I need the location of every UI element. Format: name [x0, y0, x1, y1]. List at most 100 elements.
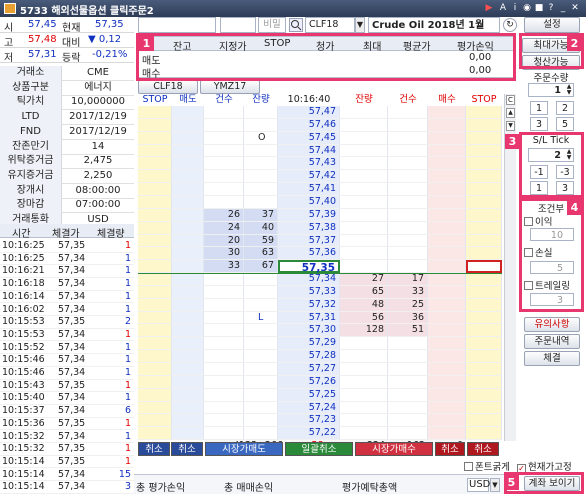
stop-sell-cell[interactable]: [138, 363, 172, 376]
sl-plus3-button[interactable]: 3: [556, 181, 574, 195]
scroll-up-icon[interactable]: ▲: [506, 108, 515, 118]
buy-cell[interactable]: [428, 170, 466, 184]
fix-current-option[interactable]: ✓ 현재가고정: [517, 459, 572, 473]
sell-cell[interactable]: [172, 208, 204, 222]
loss-input[interactable]: 5: [530, 261, 574, 274]
fix-current-checkbox[interactable]: ✓: [517, 464, 526, 473]
buy-cell[interactable]: [428, 363, 466, 376]
stop-sell-cell[interactable]: [138, 273, 172, 286]
buy-cell[interactable]: [428, 311, 466, 325]
buy-cell[interactable]: [428, 401, 466, 415]
stop-buy-cell[interactable]: [466, 324, 502, 338]
sl-minus3-button[interactable]: -3: [556, 165, 574, 179]
sl-spin-icon[interactable]: ▲ ▼: [565, 149, 573, 161]
stop-buy-cell[interactable]: [466, 195, 502, 209]
buy-cell[interactable]: [428, 427, 466, 441]
buy-cell[interactable]: [428, 375, 466, 389]
cancel-stop-sell-button[interactable]: 취소: [138, 442, 170, 456]
sell-cell[interactable]: [172, 195, 204, 209]
buy-cell[interactable]: [428, 144, 466, 158]
alert-icon[interactable]: ▶: [484, 3, 494, 13]
stop-buy-cell[interactable]: [466, 427, 502, 441]
stop-buy-cell[interactable]: [466, 118, 502, 132]
stop-sell-cell[interactable]: [138, 144, 172, 158]
stop-sell-cell[interactable]: [138, 375, 172, 389]
stop-buy-cell[interactable]: [466, 183, 502, 196]
close-icon[interactable]: ✕: [570, 3, 580, 13]
sell-cell[interactable]: [172, 375, 204, 389]
buy-cell[interactable]: [428, 131, 466, 145]
info-icon[interactable]: i: [510, 3, 520, 13]
profit-checkbox[interactable]: [524, 217, 533, 226]
profit-option[interactable]: 이익: [524, 214, 552, 228]
chevron-down-icon[interactable]: ▼: [355, 17, 365, 33]
stop-buy-cell[interactable]: [466, 337, 502, 351]
qty-1-button[interactable]: 1: [530, 101, 548, 115]
settings-button[interactable]: 설정: [524, 17, 580, 33]
font-bold-checkbox[interactable]: [464, 462, 473, 471]
buy-cell[interactable]: [428, 234, 466, 248]
sell-cell[interactable]: [172, 247, 204, 261]
sell-cell[interactable]: [172, 170, 204, 184]
account-select[interactable]: [138, 17, 216, 33]
stop-buy-cell[interactable]: [466, 401, 502, 415]
sell-cell[interactable]: [172, 427, 204, 441]
sell-cell[interactable]: [172, 337, 204, 351]
stop-buy-cell[interactable]: [466, 375, 502, 389]
stop-sell-cell[interactable]: [138, 157, 172, 171]
scroll-down-icon[interactable]: ▼: [506, 121, 515, 131]
password-field[interactable]: 비밀번: [258, 17, 286, 43]
stop-sell-cell[interactable]: [138, 118, 172, 132]
buy-cell[interactable]: [428, 106, 466, 119]
buy-cell[interactable]: [428, 208, 466, 222]
sell-cell[interactable]: [172, 350, 204, 364]
stop-buy-cell[interactable]: [466, 388, 502, 402]
buy-cell[interactable]: [428, 273, 466, 286]
sell-cell[interactable]: [172, 414, 204, 428]
sell-cell[interactable]: [172, 260, 204, 274]
stop-buy-cell[interactable]: [466, 273, 502, 286]
loss-option[interactable]: 손실: [524, 245, 552, 259]
stop-sell-cell[interactable]: [138, 311, 172, 325]
sell-cell[interactable]: [172, 324, 204, 338]
profit-input[interactable]: 10: [530, 228, 574, 241]
sell-cell[interactable]: [172, 118, 204, 132]
cancel-stop-buy-button[interactable]: 취소: [467, 442, 499, 456]
stop-buy-cell[interactable]: [466, 144, 502, 158]
stop-sell-cell[interactable]: [138, 260, 172, 274]
buy-cell[interactable]: [428, 118, 466, 132]
show-account-button[interactable]: 계좌 보이기: [524, 476, 580, 491]
sell-cell[interactable]: [172, 106, 204, 119]
stop-buy-cell[interactable]: [466, 170, 502, 184]
sell-cell[interactable]: [172, 183, 204, 196]
tab-clf18[interactable]: CLF18: [138, 80, 198, 94]
stop-sell-cell[interactable]: [138, 337, 172, 351]
stop-buy-cell[interactable]: [466, 260, 502, 274]
buy-cell[interactable]: [428, 337, 466, 351]
refresh-icon[interactable]: ↻: [503, 18, 517, 32]
symbol-input[interactable]: CLF18: [305, 17, 355, 33]
stop-sell-cell[interactable]: [138, 285, 172, 299]
sell-cell[interactable]: [172, 131, 204, 145]
stop-sell-cell[interactable]: [138, 221, 172, 235]
sell-cell[interactable]: [172, 157, 204, 171]
stop-buy-cell[interactable]: [466, 157, 502, 171]
link-icon[interactable]: ◉: [522, 3, 532, 13]
stop-sell-cell[interactable]: [138, 247, 172, 261]
stop-sell-cell[interactable]: [138, 106, 172, 119]
sell-cell[interactable]: [172, 285, 204, 299]
filled-button[interactable]: 체결: [524, 351, 580, 366]
stop-buy-cell[interactable]: [466, 311, 502, 325]
minimize-icon[interactable]: _: [558, 3, 568, 13]
stop-buy-cell[interactable]: [466, 131, 502, 145]
stop-sell-cell[interactable]: [138, 350, 172, 364]
sell-cell[interactable]: [172, 298, 204, 312]
buy-cell[interactable]: [428, 388, 466, 402]
qty-spin-icon[interactable]: ▲ ▼: [565, 84, 573, 96]
stop-buy-cell[interactable]: [466, 285, 502, 299]
stop-sell-cell[interactable]: [138, 298, 172, 312]
qty-3-button[interactable]: 3: [530, 117, 548, 131]
sell-cell[interactable]: [172, 234, 204, 248]
cancel-sell-button[interactable]: 취소: [171, 442, 203, 456]
stop-buy-cell[interactable]: [466, 208, 502, 222]
